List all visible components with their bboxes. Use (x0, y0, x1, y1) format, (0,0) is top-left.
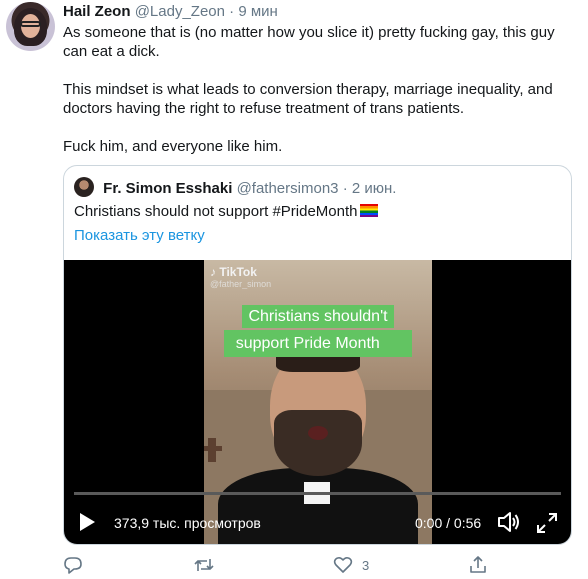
tweet-time[interactable]: 9 мин (238, 3, 278, 20)
like-count: 3 (362, 558, 370, 573)
quoted-separator: · (342, 180, 348, 197)
quoted-author-handle[interactable]: @fathersimon3 (237, 180, 339, 197)
tweet-paragraph-2: This mindset is what leads to conversion… (63, 81, 553, 117)
quoted-text-line: Christians should not support #PrideMont… (74, 203, 378, 221)
caption-line2-box: support Pride Month (223, 330, 413, 357)
share-icon[interactable] (468, 555, 488, 575)
tweet-paragraph-3: Fuck him, and everyone like him. (63, 138, 283, 155)
video-caption-line2: support Pride Month (204, 330, 432, 357)
tweet-actions: 3 (63, 555, 563, 575)
avatar[interactable] (6, 2, 55, 51)
like-icon[interactable] (333, 555, 353, 575)
video-progress-bar[interactable] (74, 492, 561, 495)
video-controls: 373,9 тыс. просмотров 0:00 / 0:56 (64, 503, 571, 543)
quoted-tweet-header: Fr. Simon Esshaki @fathersimon3 · 2 июн. (74, 177, 396, 198)
reply-icon[interactable] (63, 555, 83, 575)
video-caption-line1: Christians shouldn't (204, 305, 432, 328)
quoted-tweet[interactable]: Fr. Simon Esshaki @fathersimon3 · 2 июн.… (63, 165, 572, 545)
video-player[interactable]: ♪ TikTok @father_simon Christians should… (64, 260, 571, 544)
video-time: 0:00 / 0:56 (415, 515, 482, 531)
person-mouth (308, 426, 328, 440)
fullscreen-icon[interactable] (536, 512, 558, 534)
tiktok-handle: @father_simon (210, 279, 272, 289)
author-name[interactable]: Hail Zeon (63, 3, 131, 20)
cross-bar (204, 446, 222, 451)
quoted-avatar[interactable] (74, 177, 94, 197)
person-beard (274, 410, 362, 476)
tiktok-logo: ♪ TikTok (210, 265, 257, 279)
quoted-author-name[interactable]: Fr. Simon Esshaki (103, 180, 232, 197)
avatar-glasses (20, 21, 41, 27)
tweet-header: Hail Zeon @Lady_Zeon · 9 мин (63, 3, 278, 21)
show-thread-link[interactable]: Показать эту ветку (74, 227, 205, 245)
rainbow-flag-icon (359, 204, 378, 217)
quoted-text: Christians should not support #PrideMont… (74, 203, 358, 220)
caption-line1-text: Christians shouldn't (242, 305, 394, 328)
quoted-date[interactable]: 2 июн. (352, 180, 397, 197)
play-icon[interactable] (80, 513, 95, 531)
volume-icon[interactable] (497, 511, 521, 533)
retweet-icon[interactable] (193, 555, 215, 575)
tweet-paragraph-1: As someone that is (no matter how you sl… (63, 24, 555, 60)
header-separator: · (229, 3, 235, 20)
view-count: 373,9 тыс. просмотров (114, 515, 261, 531)
rainbow-flag-icon (392, 339, 407, 349)
caption-line2-text: support Pride Month (229, 332, 386, 355)
author-handle[interactable]: @Lady_Zeon (135, 3, 225, 20)
tiktok-logo-text: TikTok (219, 265, 257, 279)
tweet[interactable]: Hail Zeon @Lady_Zeon · 9 мин As someone … (0, 0, 588, 579)
